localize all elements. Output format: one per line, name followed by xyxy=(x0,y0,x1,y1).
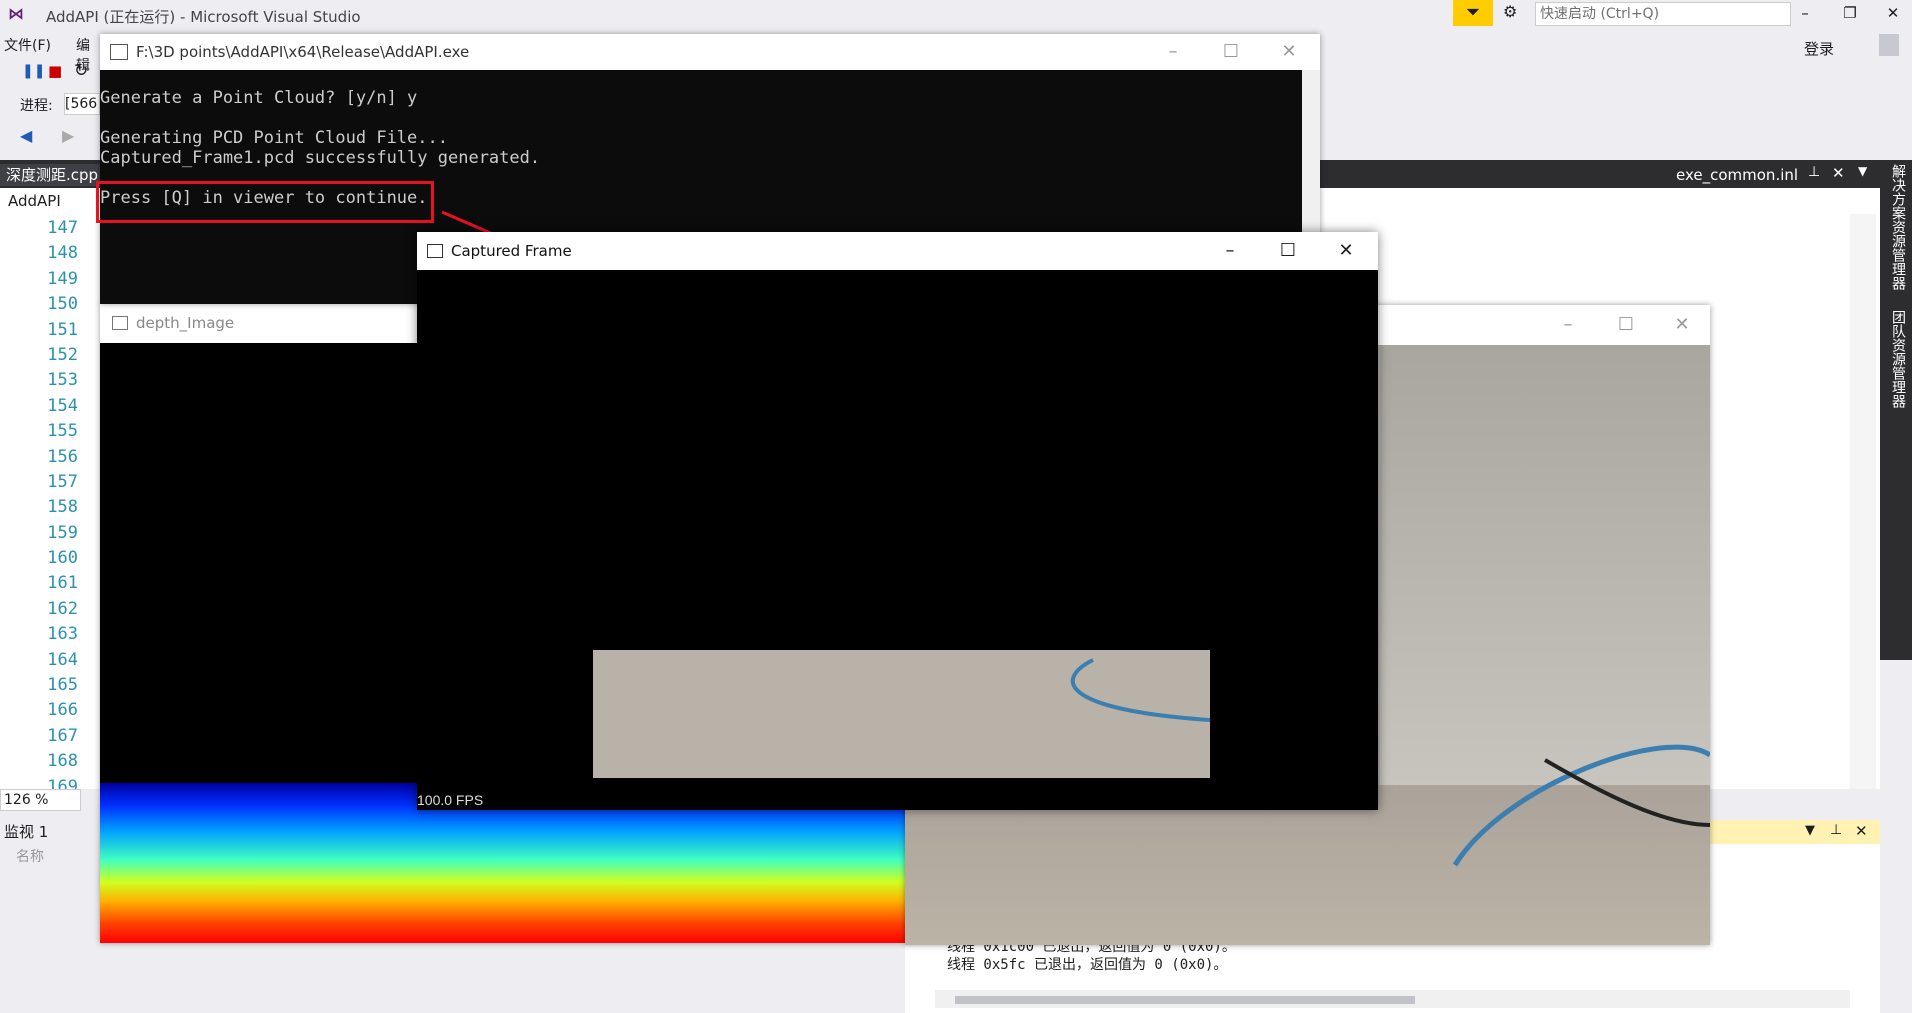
maximize-button[interactable]: ☐ xyxy=(1265,233,1311,269)
console-title-bar[interactable]: F:\3D points\AddAPI\x64\Release\AddAPI.e… xyxy=(100,34,1320,70)
nav-toolbar: ◀ ▶ xyxy=(0,122,95,150)
line-number: 162 xyxy=(47,598,78,619)
console-line: Captured_Frame1.pcd successfully generat… xyxy=(100,148,541,168)
line-number: 164 xyxy=(47,649,78,670)
close-button[interactable]: ✕ xyxy=(1266,34,1312,70)
avatar[interactable] xyxy=(1879,34,1899,56)
pin-icon[interactable]: ⊥ xyxy=(1808,164,1820,180)
line-number: 156 xyxy=(47,446,78,467)
team-explorer-tab[interactable]: 团队资源管理器 xyxy=(1888,310,1908,408)
tab-dropdown-icon[interactable]: ▼ xyxy=(1858,164,1867,178)
watch-name-column: 名称 xyxy=(16,849,44,865)
line-number: 163 xyxy=(47,624,78,645)
nav-project[interactable]: AddAPI xyxy=(8,192,61,210)
panel-pin-icon[interactable]: ⊥ xyxy=(1830,822,1842,838)
back-icon[interactable]: ◀ xyxy=(20,126,32,145)
console-title: F:\3D points\AddAPI\x64\Release\AddAPI.e… xyxy=(136,43,470,61)
line-number: 153 xyxy=(47,370,78,391)
line-number: 158 xyxy=(47,497,78,518)
scroll-thumb[interactable] xyxy=(955,996,1415,1004)
output-line: 线程 0x5fc 已退出，返回值为 0 (0x0)。 xyxy=(947,957,1228,973)
window-icon xyxy=(112,316,128,330)
panel-close-icon[interactable]: ✕ xyxy=(1855,822,1868,840)
forward-icon[interactable]: ▶ xyxy=(62,126,74,145)
close-button[interactable]: ✕ xyxy=(1878,2,1908,24)
line-number: 168 xyxy=(47,751,78,772)
point-cloud-cable xyxy=(1070,658,1210,722)
line-number-gutter: 147 148 149 150 151 152 153 154 155 156 … xyxy=(0,216,80,800)
line-number: 161 xyxy=(47,573,78,594)
process-select[interactable]: [566 xyxy=(64,93,100,115)
line-number: 166 xyxy=(47,700,78,721)
tab-exe-common[interactable]: exe_common.inl xyxy=(1676,164,1798,186)
minimize-button[interactable]: – xyxy=(1790,2,1820,24)
output-hscrollbar[interactable] xyxy=(935,990,1850,1008)
line-number: 151 xyxy=(47,319,78,340)
captured-window-title: Captured Frame xyxy=(451,242,572,260)
console-line: Generate a Point Cloud? [y/n] y xyxy=(100,88,418,108)
solution-explorer-tab[interactable]: 解决方案资源管理器 xyxy=(1888,164,1908,290)
maximize-button[interactable]: ☐ xyxy=(1208,34,1254,70)
minimize-button[interactable]: – xyxy=(1150,34,1196,70)
line-number: 167 xyxy=(47,725,78,746)
line-number: 165 xyxy=(47,675,78,696)
line-number: 159 xyxy=(47,522,78,543)
minimize-button[interactable]: – xyxy=(1207,233,1253,269)
captured-frame-window: Captured Frame – ☐ ✕ 100.0 FPS xyxy=(417,232,1378,810)
line-number: 150 xyxy=(47,294,78,315)
console-icon xyxy=(110,44,128,60)
line-number: 160 xyxy=(47,548,78,569)
pause-icon[interactable]: ❚❚ xyxy=(22,63,45,79)
feedback-icon[interactable]: ⚙ xyxy=(1503,2,1517,21)
line-number: 147 xyxy=(47,218,78,238)
tab-depth-cpp[interactable]: 深度测距.cpp xyxy=(0,164,105,186)
login-link[interactable]: 登录 xyxy=(1804,38,1834,59)
restart-icon[interactable]: ↻ xyxy=(74,61,88,81)
window-icon xyxy=(427,244,443,258)
restore-button[interactable]: ❐ xyxy=(1835,2,1865,24)
vs-logo-icon: ⋈ xyxy=(8,4,24,23)
vs-title-bar: ⋈ AddAPI (正在运行) - Microsoft Visual Studi… xyxy=(0,0,1912,28)
line-number: 149 xyxy=(47,268,78,289)
quick-launch-input[interactable]: 快速启动 (Ctrl+Q) xyxy=(1535,2,1791,26)
line-number: 152 xyxy=(47,344,78,365)
stop-icon[interactable]: ■ xyxy=(48,62,62,80)
right-tool-rail: 解决方案资源管理器 团队资源管理器 xyxy=(1880,160,1912,660)
editor-scrollbar[interactable] xyxy=(1850,214,1876,789)
debug-toolbar: ❚❚ ■ ↻ xyxy=(0,58,95,88)
zoom-select[interactable]: 126 % xyxy=(0,789,81,811)
line-number: 157 xyxy=(47,471,78,492)
highlight-box xyxy=(96,181,434,223)
line-number: 155 xyxy=(47,421,78,442)
depth-window-title: depth_Image xyxy=(136,314,235,332)
console-line: Generating PCD Point Cloud File... xyxy=(100,128,448,148)
captured-title-bar[interactable]: Captured Frame – ☐ ✕ xyxy=(417,232,1378,270)
menu-bar: 文件(F) 编辑 xyxy=(0,32,100,74)
vs-window-title: AddAPI (正在运行) - Microsoft Visual Studio xyxy=(46,8,361,26)
fps-counter: 100.0 FPS xyxy=(417,792,484,808)
menu-file[interactable]: 文件(F) xyxy=(4,35,51,55)
close-button[interactable]: ✕ xyxy=(1323,233,1369,269)
process-label: 进程: xyxy=(20,98,53,114)
process-toolbar: 进程: [566 xyxy=(0,90,100,118)
watch-panel-title[interactable]: 监视 1 xyxy=(0,820,104,844)
panel-dropdown-icon[interactable]: ▼ xyxy=(1805,823,1815,838)
filter-icon[interactable]: ⏷ xyxy=(1453,0,1493,26)
tab-close-icon[interactable]: ✕ xyxy=(1832,164,1845,182)
line-number: 148 xyxy=(47,243,78,264)
line-number: 154 xyxy=(47,395,78,416)
